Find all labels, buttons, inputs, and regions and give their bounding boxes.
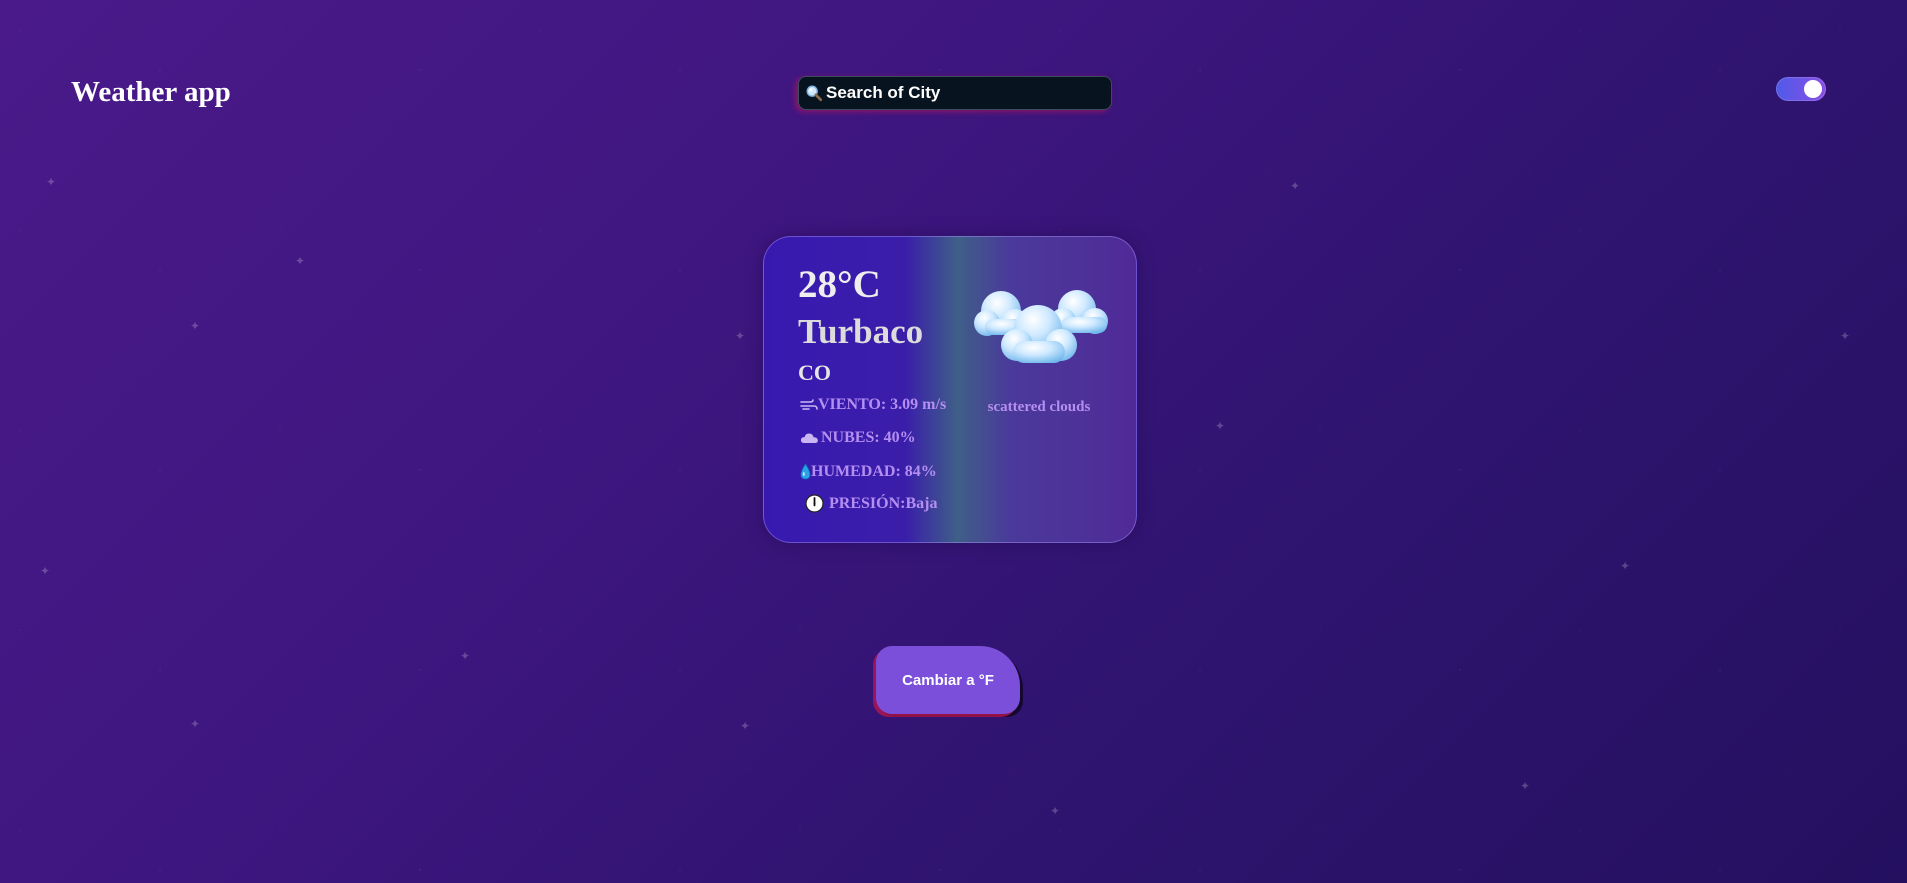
theme-toggle[interactable] — [1776, 77, 1826, 101]
clouds-row: NUBES: 40% — [800, 430, 916, 446]
pressure-text: PRESIÓN:Baja — [829, 494, 938, 512]
clouds-text: NUBES: 40% — [821, 429, 916, 446]
app-title: Weather app — [71, 76, 231, 108]
humidity-text: HUMEDAD: 84% — [811, 462, 937, 480]
search-icon — [806, 85, 823, 102]
wind-text: VIENTO: 3.09 m/s — [818, 396, 947, 413]
water-drop-icon — [800, 463, 811, 480]
pressure-row: PRESIÓN:Baja — [800, 494, 937, 513]
search-bar[interactable] — [798, 76, 1112, 110]
cloud-icon — [800, 433, 818, 443]
toggle-knob — [1804, 80, 1822, 98]
wind-icon — [800, 399, 818, 410]
humidity-row: HUMEDAD: 84% — [800, 463, 937, 480]
wind-row: VIENTO: 3.09 m/s — [800, 397, 946, 413]
search-input[interactable] — [826, 83, 1106, 103]
country-code: CO — [798, 360, 831, 385]
weather-description: scattered clouds — [987, 399, 1091, 415]
temperature: 28°C — [798, 263, 881, 306]
clock-icon — [805, 494, 824, 513]
scattered-clouds-icon — [974, 290, 1108, 363]
city-name: Turbaco — [798, 312, 924, 351]
weather-card: 28°C Turbaco CO VIENTO: 3.09 m/s NUBES: … — [763, 236, 1137, 543]
change-unit-button[interactable]: Cambiar a °F — [876, 646, 1020, 714]
